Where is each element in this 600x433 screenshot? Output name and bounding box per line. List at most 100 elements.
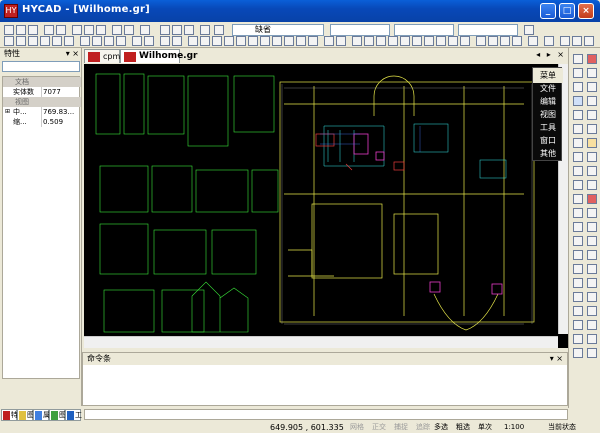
hatch-tool-icon[interactable] xyxy=(64,36,74,46)
tab-properties[interactable]: 特 xyxy=(1,409,18,421)
hatch-icon[interactable] xyxy=(573,278,583,288)
layer-tool-icon[interactable] xyxy=(573,54,583,64)
join-icon[interactable] xyxy=(573,222,583,232)
divide-icon[interactable] xyxy=(587,236,597,246)
rectangle-tool-icon[interactable] xyxy=(52,36,62,46)
rotate-tool-icon[interactable] xyxy=(376,36,386,46)
zoom-out-icon[interactable] xyxy=(587,334,597,344)
line-tool-icon[interactable] xyxy=(4,36,14,46)
trim-icon[interactable] xyxy=(573,180,583,190)
block-icon[interactable] xyxy=(587,278,597,288)
tab-layers[interactable]: 图 xyxy=(17,409,34,421)
save-icon[interactable] xyxy=(28,25,38,35)
scale-readout[interactable]: 1:100 xyxy=(504,422,524,433)
stretch-tool-icon[interactable] xyxy=(500,36,510,46)
offset-icon[interactable] xyxy=(587,166,597,176)
help-icon[interactable] xyxy=(524,25,534,35)
redo-icon[interactable] xyxy=(124,25,134,35)
window-icon[interactable] xyxy=(573,96,583,106)
snap-tangent-icon[interactable] xyxy=(296,36,306,46)
extend-icon[interactable] xyxy=(587,180,597,190)
draw-red-icon[interactable] xyxy=(587,54,597,64)
ungroup-icon[interactable] xyxy=(587,306,597,316)
properties-panel-controls[interactable]: ▾ × xyxy=(66,48,79,60)
offset-tool-icon[interactable] xyxy=(412,36,422,46)
tab-wilhome[interactable]: Wilhome.gr xyxy=(120,49,197,63)
polyline-tool-icon[interactable] xyxy=(16,36,26,46)
rotate-icon[interactable] xyxy=(573,124,583,134)
snap-center-icon[interactable] xyxy=(212,36,222,46)
array-icon[interactable] xyxy=(587,152,597,162)
dim-aligned-icon[interactable] xyxy=(92,36,102,46)
erase-tool-icon[interactable] xyxy=(528,36,538,46)
match-icon[interactable] xyxy=(587,320,597,330)
copy-tool-icon[interactable] xyxy=(364,36,374,46)
pencil-icon[interactable] xyxy=(573,82,583,92)
linetype-dropdown[interactable] xyxy=(394,24,454,36)
fillet-icon[interactable] xyxy=(587,208,597,218)
snap-midpoint-icon[interactable] xyxy=(200,36,210,46)
text-icon[interactable] xyxy=(587,264,597,274)
property-row[interactable]: 实体数 7077 xyxy=(3,87,81,97)
expand-icon[interactable]: ⊞ xyxy=(5,107,10,117)
snap-intersection-icon[interactable] xyxy=(248,36,258,46)
lengthen-icon[interactable] xyxy=(587,250,597,260)
tab-navigation[interactable]: ◂ ▸ × xyxy=(536,50,566,59)
close-button[interactable]: × xyxy=(578,3,594,19)
snap-extension-icon[interactable] xyxy=(260,36,270,46)
flag-icon[interactable] xyxy=(587,194,597,204)
snap-quadrant-icon[interactable] xyxy=(236,36,246,46)
zoom-icon[interactable] xyxy=(160,25,170,35)
new-file-icon[interactable] xyxy=(4,25,14,35)
redraw-icon[interactable] xyxy=(587,348,597,358)
measure-icon[interactable] xyxy=(573,250,583,260)
properties-icon[interactable] xyxy=(573,320,583,330)
snap-nearest-icon[interactable] xyxy=(308,36,318,46)
snap-insertion-icon[interactable] xyxy=(272,36,282,46)
toggle-track[interactable]: 追踪 xyxy=(416,422,430,433)
list-tool-icon[interactable] xyxy=(584,36,594,46)
dimension-icon[interactable] xyxy=(573,264,583,274)
property-row[interactable]: ⊞ 中... 769.83... xyxy=(3,107,81,117)
chamfer-tool-icon[interactable] xyxy=(460,36,470,46)
array-tool-icon[interactable] xyxy=(476,36,486,46)
toggle-ortho[interactable]: 正交 xyxy=(372,422,386,433)
horizontal-scrollbar[interactable] xyxy=(84,336,558,348)
section-view[interactable]: 视图 xyxy=(3,97,81,107)
fillet-tool-icon[interactable] xyxy=(448,36,458,46)
menu-item-other[interactable]: 其他 xyxy=(533,146,563,161)
tab-tools[interactable]: 工 xyxy=(65,409,82,421)
maximize-button[interactable]: □ xyxy=(559,3,575,19)
paste-icon[interactable] xyxy=(96,25,106,35)
break-tool-icon[interactable] xyxy=(512,36,522,46)
paint-icon[interactable] xyxy=(587,138,597,148)
drawing-canvas[interactable] xyxy=(84,64,572,348)
snap-endpoint-icon[interactable] xyxy=(188,36,198,46)
zoom-window-icon[interactable] xyxy=(184,25,194,35)
scale-icon[interactable] xyxy=(573,152,583,162)
text-tool-icon[interactable] xyxy=(132,36,142,46)
pan-icon[interactable] xyxy=(172,25,182,35)
extend-tool-icon[interactable] xyxy=(436,36,446,46)
mirror-icon[interactable] xyxy=(587,124,597,134)
polar-icon[interactable] xyxy=(336,36,346,46)
layer-manager-icon[interactable] xyxy=(200,25,210,35)
mode-single[interactable]: 单次 xyxy=(478,422,492,433)
copy-icon[interactable] xyxy=(573,138,583,148)
block-tool-icon[interactable] xyxy=(160,36,170,46)
match-properties-icon[interactable] xyxy=(140,25,150,35)
table-tool-icon[interactable] xyxy=(144,36,154,46)
wall-icon[interactable] xyxy=(587,82,597,92)
column-icon[interactable] xyxy=(573,110,583,120)
command-input[interactable] xyxy=(84,409,568,420)
lineweight-dropdown[interactable] xyxy=(458,24,518,36)
copy-icon[interactable] xyxy=(84,25,94,35)
ortho-icon[interactable] xyxy=(324,36,334,46)
align-icon[interactable] xyxy=(573,236,583,246)
properties-tool-icon[interactable] xyxy=(544,36,554,46)
chamfer-icon[interactable] xyxy=(573,208,583,218)
dim-radius-icon[interactable] xyxy=(116,36,126,46)
mirror-tool-icon[interactable] xyxy=(388,36,398,46)
snap-perpendicular-icon[interactable] xyxy=(284,36,294,46)
mode-multi-select[interactable]: 多选 xyxy=(434,422,448,433)
